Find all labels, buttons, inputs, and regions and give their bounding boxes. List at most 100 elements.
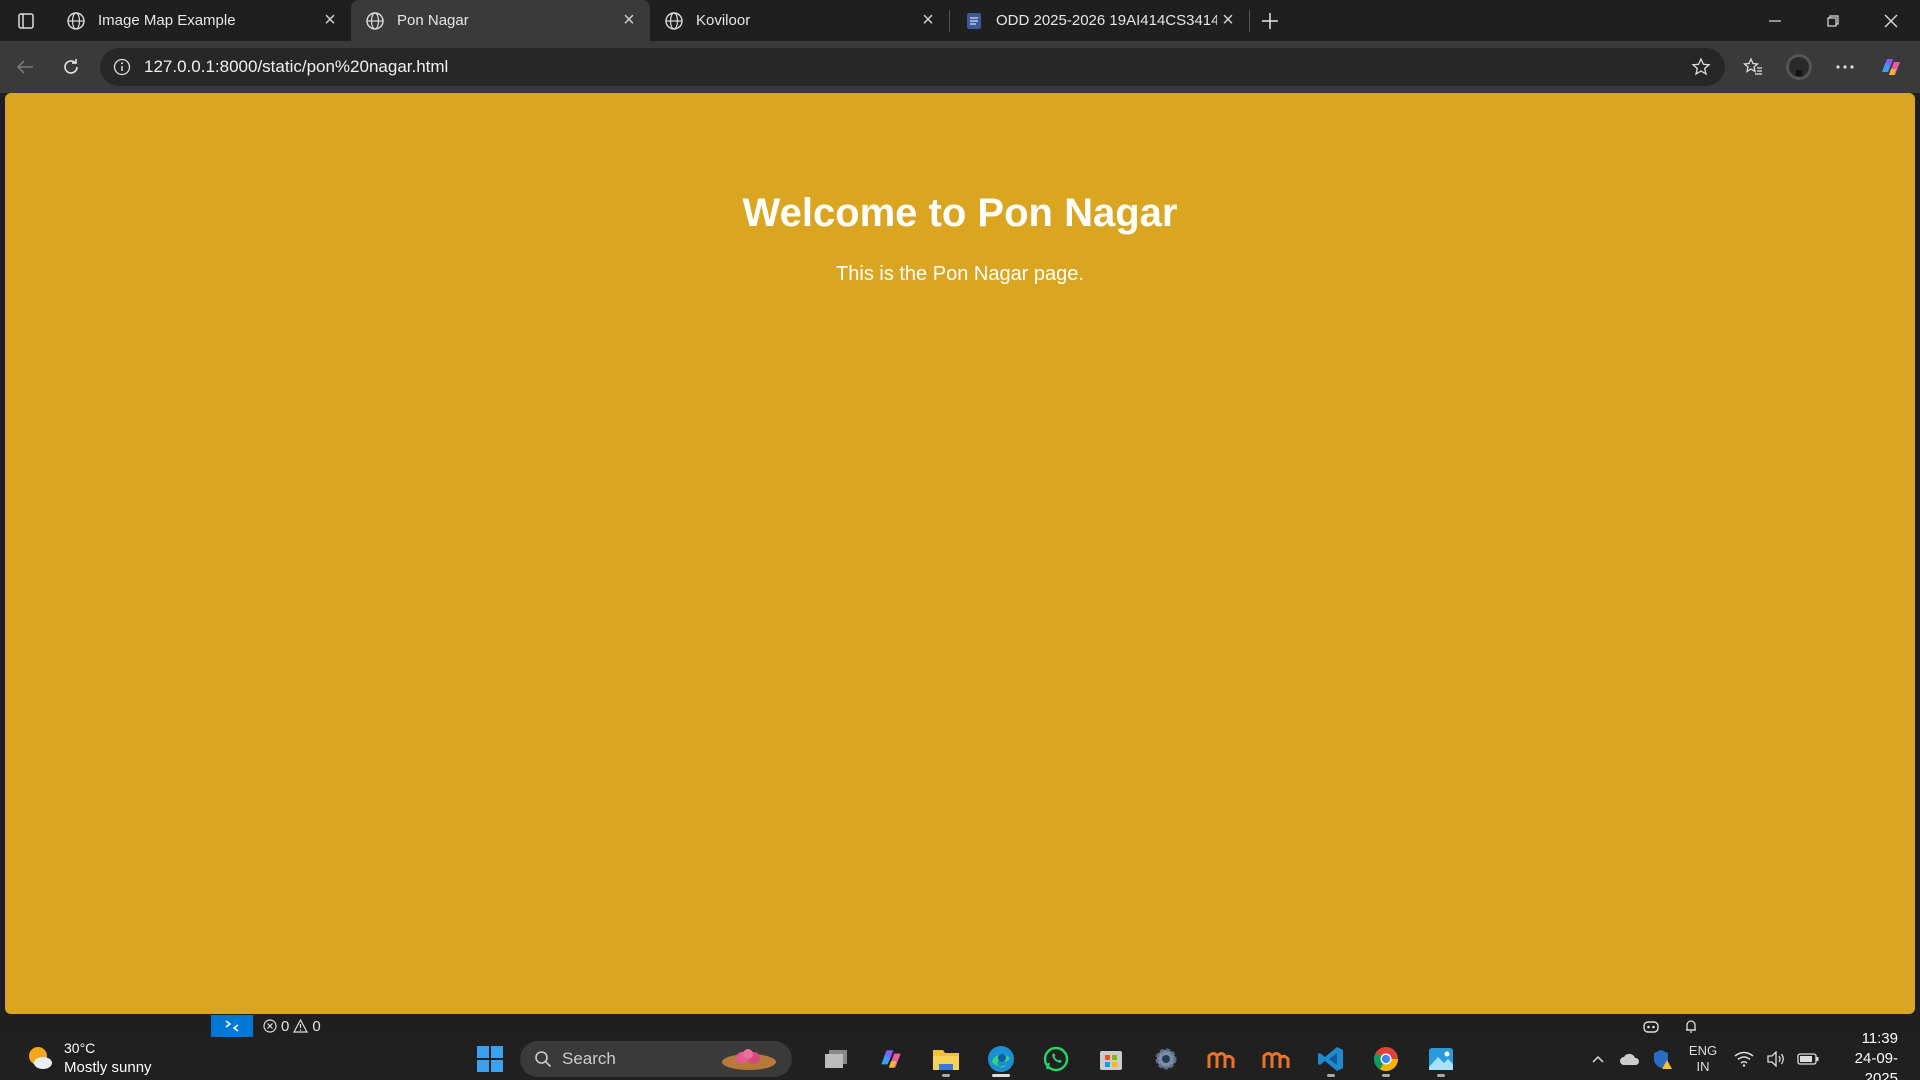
more-menu-button[interactable] xyxy=(1822,45,1868,89)
copilot-button[interactable] xyxy=(1868,45,1914,89)
language-indicator[interactable]: ENG IN xyxy=(1678,1043,1728,1075)
weather-widget[interactable]: 30°C Mostly sunny xyxy=(24,1039,152,1077)
window-controls xyxy=(1746,0,1920,41)
vscode-status-strip: 0 0 xyxy=(211,1015,321,1037)
shield-warning-icon xyxy=(1654,1049,1672,1069)
search-highlight-icon xyxy=(722,1048,776,1070)
settings-button[interactable] xyxy=(1138,1037,1193,1080)
document-icon xyxy=(964,11,984,31)
plus-icon xyxy=(1262,12,1278,29)
edge-button[interactable] xyxy=(973,1037,1028,1080)
cloud-icon xyxy=(1620,1053,1640,1065)
chrome-button[interactable] xyxy=(1358,1037,1413,1080)
warning-icon xyxy=(293,1019,309,1033)
weather-temperature: 30°C xyxy=(64,1040,96,1056)
tab-title: Pon Nagar xyxy=(397,12,469,29)
tab-actions-button[interactable] xyxy=(0,0,52,41)
error-count: 0 xyxy=(281,1017,290,1035)
favorites-icon xyxy=(1742,57,1762,75)
minimize-button[interactable] xyxy=(1746,0,1804,41)
task-view-button[interactable] xyxy=(808,1037,863,1080)
vscode-icon xyxy=(1317,1046,1343,1071)
tab-strip: Image Map Example × Pon Nagar × Koviloor… xyxy=(0,0,1920,41)
remote-indicator-button[interactable] xyxy=(211,1015,253,1037)
taskbar-search[interactable]: Search xyxy=(520,1040,792,1077)
close-icon xyxy=(1884,14,1898,27)
tab-title: ODD 2025-2026 19AI414CS3414- xyxy=(996,12,1217,29)
running-indicator xyxy=(1436,1074,1445,1077)
favorite-star-icon[interactable] xyxy=(1689,55,1713,79)
running-indicator xyxy=(941,1074,950,1077)
globe-icon xyxy=(664,11,684,31)
windows-logo-icon xyxy=(477,1045,503,1072)
page-description: This is the Pon Nagar page. xyxy=(836,263,1084,285)
avatar-icon xyxy=(1786,54,1812,80)
back-button[interactable] xyxy=(2,45,48,89)
edge-icon xyxy=(987,1045,1014,1072)
time: 11:39 xyxy=(1861,1029,1898,1047)
close-icon[interactable]: × xyxy=(1217,9,1239,32)
problems-indicator[interactable]: 0 0 xyxy=(263,1018,321,1035)
windows-taskbar: 30°C Mostly sunny Search ENG IN 11:39 24… xyxy=(0,1030,1920,1080)
tab-pon-nagar[interactable]: Pon Nagar × xyxy=(351,0,650,41)
close-window-button[interactable] xyxy=(1862,0,1920,41)
battery-button[interactable] xyxy=(1792,1037,1824,1080)
clock[interactable]: 11:39 24-09-2025 xyxy=(1824,1029,1920,1080)
store-button[interactable] xyxy=(1083,1037,1138,1080)
tab-odd-2025[interactable]: ODD 2025-2026 19AI414CS3414- × xyxy=(950,0,1249,41)
remote-icon xyxy=(225,1020,239,1032)
app-m2-button[interactable] xyxy=(1248,1037,1303,1080)
restore-button[interactable] xyxy=(1804,0,1862,41)
onedrive-button[interactable] xyxy=(1614,1037,1646,1080)
date: 24-09-2025 xyxy=(1854,1049,1898,1080)
bell-icon[interactable] xyxy=(1683,1018,1699,1034)
copilot-icon xyxy=(880,1049,901,1068)
tab-koviloor[interactable]: Koviloor × xyxy=(650,0,949,41)
chrome-icon xyxy=(1373,1046,1398,1071)
taskbar-center: Search xyxy=(470,1037,1468,1080)
copilot-app-button[interactable] xyxy=(863,1037,918,1080)
security-button[interactable] xyxy=(1646,1037,1678,1080)
new-tab-button[interactable] xyxy=(1250,0,1290,41)
chevron-up-icon xyxy=(1592,1055,1604,1063)
vscode-button[interactable] xyxy=(1303,1037,1358,1080)
partly-sunny-icon xyxy=(29,1047,52,1069)
speaker-icon xyxy=(1767,1050,1784,1067)
whatsapp-button[interactable] xyxy=(1028,1037,1083,1080)
store-icon xyxy=(1099,1050,1122,1070)
app-m1-button[interactable] xyxy=(1193,1037,1248,1080)
file-explorer-button[interactable] xyxy=(918,1037,973,1080)
app-m2-icon xyxy=(1262,1051,1289,1068)
site-info-icon[interactable] xyxy=(112,57,132,77)
address-bar[interactable]: 127.0.0.1:8000/static/pon%20nagar.html xyxy=(100,48,1725,86)
settings-icon xyxy=(1155,1048,1176,1069)
close-icon[interactable]: × xyxy=(618,9,640,32)
warning-count: 0 xyxy=(312,1017,321,1035)
battery-icon xyxy=(1797,1052,1819,1065)
tab-title: Image Map Example xyxy=(98,12,236,29)
favorites-button[interactable] xyxy=(1730,45,1776,89)
running-indicator xyxy=(1381,1074,1390,1077)
photos-icon xyxy=(1428,1047,1453,1070)
running-indicator xyxy=(1326,1074,1335,1077)
back-arrow-icon xyxy=(16,60,33,74)
copilot-status-icon[interactable] xyxy=(1642,1018,1660,1034)
more-horizontal-icon xyxy=(1836,65,1854,69)
photos-button[interactable] xyxy=(1413,1037,1468,1080)
reload-button[interactable] xyxy=(48,45,94,89)
restore-icon xyxy=(1827,14,1839,27)
profile-button[interactable] xyxy=(1776,45,1822,89)
search-icon xyxy=(535,1050,552,1067)
minimize-icon xyxy=(1769,19,1781,22)
volume-button[interactable] xyxy=(1760,1037,1792,1080)
close-icon[interactable]: × xyxy=(319,9,341,32)
url-text[interactable]: 127.0.0.1:8000/static/pon%20nagar.html xyxy=(144,57,1689,77)
globe-icon xyxy=(66,11,86,31)
globe-icon xyxy=(365,11,385,31)
weather-description: Mostly sunny xyxy=(64,1059,152,1076)
show-hidden-icons-button[interactable] xyxy=(1582,1037,1614,1080)
wifi-button[interactable] xyxy=(1728,1037,1760,1080)
start-button[interactable] xyxy=(470,1039,510,1079)
close-icon[interactable]: × xyxy=(917,9,939,32)
tab-image-map-example[interactable]: Image Map Example × xyxy=(52,0,351,41)
